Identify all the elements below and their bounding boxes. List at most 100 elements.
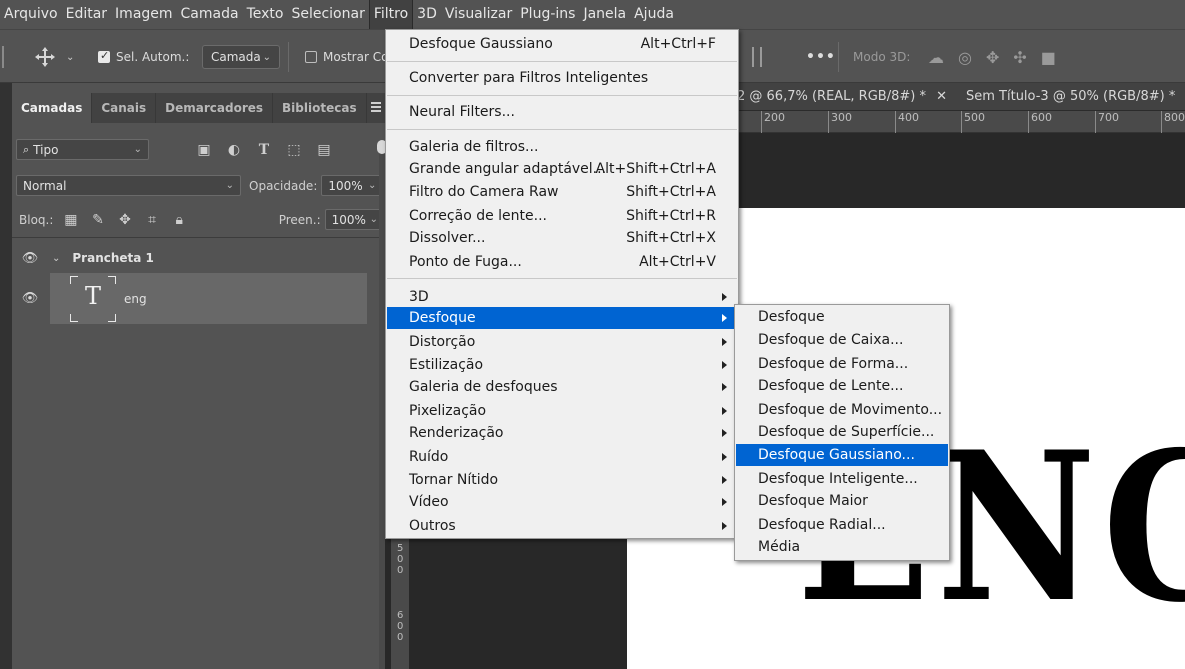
submenu-item-box-blur[interactable]: Desfoque de Caixa... <box>736 329 948 351</box>
layer-group-row[interactable]: 👁︎ ⌄ Prancheta 1 <box>12 243 367 273</box>
opacity-field[interactable]: 100% ⌄ <box>321 175 384 196</box>
tool-preset-handle[interactable] <box>0 30 8 84</box>
filter-smart-object-icon[interactable]: ▤ <box>309 142 339 158</box>
auto-select-target-dropdown[interactable]: Camada ⌄ <box>202 45 280 69</box>
tab-canais[interactable]: Canais <box>92 93 157 123</box>
tab-bibliotecas[interactable]: Bibliotecas <box>273 93 367 123</box>
menu-item-pixelate[interactable]: Pixelização <box>387 400 737 422</box>
camera-3d-icon[interactable]: ■ <box>1041 48 1056 67</box>
submenu-item-radial-blur[interactable]: Desfoque Radial... <box>736 514 948 536</box>
submenu-item-surface-blur[interactable]: Desfoque de Superfície... <box>736 421 948 443</box>
menu-filtro[interactable]: Filtro <box>368 0 414 29</box>
document-tab[interactable]: Sem Título-3 @ 50% (RGB/8#) * ✕ <box>966 83 1185 111</box>
lock-paint-icon[interactable]: ✎ <box>84 212 111 228</box>
eye-icon[interactable]: 👁︎ <box>12 251 48 266</box>
menu-visualizar[interactable]: Visualizar <box>441 0 516 29</box>
tab-camadas[interactable]: Camadas <box>12 93 93 123</box>
ruler-tick: 300 <box>828 111 852 133</box>
filter-shape-icon[interactable]: ⬚ <box>279 142 309 158</box>
artboard-name: Prancheta 1 <box>72 251 154 265</box>
menu-editar[interactable]: Editar <box>62 0 111 29</box>
panel-menu-icon[interactable] <box>371 102 381 112</box>
menu-janela[interactable]: Janela <box>579 0 630 29</box>
submenu-arrow-icon <box>722 338 727 346</box>
menu-item-dissolve[interactable]: Dissolver... Shift+Ctrl+X <box>387 227 737 249</box>
chevron-down-icon[interactable]: ⌄ <box>52 253 60 264</box>
auto-select-toggle[interactable]: Sel. Autom.: <box>98 30 189 84</box>
roll-3d-icon[interactable]: ◎ <box>958 48 972 67</box>
filter-pixel-icon[interactable]: ▣ <box>189 142 219 158</box>
auto-select-checkbox[interactable] <box>98 49 110 63</box>
menu-item-sharpen[interactable]: Tornar Nítido <box>387 469 737 491</box>
filter-menu: Desfoque Gaussiano Alt+Ctrl+F Converter p… <box>385 29 739 539</box>
menu-arquivo[interactable]: Arquivo <box>0 0 62 29</box>
lock-transparent-icon[interactable]: ▦ <box>57 212 84 228</box>
menu-item-video[interactable]: Vídeo <box>387 491 737 513</box>
ruler-tick: 500 <box>397 543 404 576</box>
blur-submenu: Desfoque Desfoque de Caixa... Desfoque d… <box>734 304 950 561</box>
show-controls-label: Mostrar Co <box>323 50 389 64</box>
menu-item-stylize[interactable]: Estilização <box>387 354 737 376</box>
menu-item-lens-correction[interactable]: Correção de lente... Shift+Ctrl+R <box>387 205 737 227</box>
lock-artboard-icon[interactable]: ⌗ <box>139 212 166 228</box>
submenu-item-lens-blur[interactable]: Desfoque de Lente... <box>736 375 948 397</box>
menu-item-neural-filters[interactable]: Neural Filters... <box>387 101 737 123</box>
menu-3d[interactable]: 3D <box>413 0 441 29</box>
submenu-item-motion-blur[interactable]: Desfoque de Movimento... <box>736 399 948 421</box>
submenu-item-average[interactable]: Média <box>736 536 948 558</box>
submenu-item-blur[interactable]: Desfoque <box>736 306 948 328</box>
menu-texto[interactable]: Texto <box>243 0 288 29</box>
pan-3d-icon[interactable]: ✥ <box>986 48 999 67</box>
opacity-value: 100% <box>328 178 363 193</box>
slide-3d-icon[interactable]: ✣ <box>1013 48 1026 67</box>
options-divider <box>288 30 289 84</box>
submenu-item-smart-blur[interactable]: Desfoque Inteligente... <box>736 468 948 490</box>
menu-item-filter-gallery[interactable]: Galeria de filtros... <box>387 136 737 158</box>
menu-item-render[interactable]: Renderização <box>387 422 737 444</box>
document-tab-title: Sem Título-3 @ 50% (RGB/8#) * <box>966 89 1176 104</box>
submenu-arrow-icon <box>722 383 727 391</box>
submenu-item-blur-more[interactable]: Desfoque Maior <box>736 490 948 512</box>
menu-item-distort[interactable]: Distorção <box>387 331 737 353</box>
menu-plugins[interactable]: Plug-ins <box>516 0 579 29</box>
close-icon[interactable]: ✕ <box>936 89 947 104</box>
menu-item-vanishing-point[interactable]: Ponto de Fuga... Alt+Ctrl+V <box>387 251 737 273</box>
ruler-tick: 600 <box>1028 111 1052 133</box>
layer-filter-kind-dropdown[interactable]: ⌕ Tipo ⌄ <box>16 139 149 160</box>
blend-mode-dropdown[interactable]: Normal ⌄ <box>16 175 241 196</box>
menu-camada[interactable]: Camada <box>177 0 243 29</box>
menu-item-blur[interactable]: Desfoque <box>387 307 737 329</box>
fill-field[interactable]: 100% ⌄ <box>324 209 386 230</box>
lock-position-icon[interactable]: ✥ <box>112 212 139 228</box>
filter-adjustment-icon[interactable]: ◐ <box>219 142 249 158</box>
menu-selecionar[interactable]: Selecionar <box>287 0 368 29</box>
menu-item-last-filter[interactable]: Desfoque Gaussiano Alt+Ctrl+F <box>387 33 737 55</box>
menu-item-noise[interactable]: Ruído <box>387 446 737 468</box>
menu-imagem[interactable]: Imagem <box>111 0 176 29</box>
show-controls-checkbox[interactable] <box>305 51 317 63</box>
filter-type-icon[interactable]: T <box>249 142 279 158</box>
move-tool-preset[interactable]: ⌄ <box>34 30 74 84</box>
orbit-3d-icon[interactable]: ☁ <box>928 48 944 67</box>
menu-item-adaptive-wide-angle[interactable]: Grande angular adaptável... Alt+Shift+Ctr… <box>387 158 737 180</box>
layer-row[interactable]: 👁︎ T eng <box>12 273 367 324</box>
document-tab[interactable]: 2 @ 66,7% (REAL, RGB/8#) * ✕ <box>737 83 947 111</box>
more-options-button[interactable]: ••• <box>806 30 836 84</box>
menu-item-blur-gallery[interactable]: Galeria de desfoques <box>387 376 737 398</box>
submenu-item-gaussian-blur[interactable]: Desfoque Gaussiano... <box>736 444 948 466</box>
menu-item-convert-smart-filters[interactable]: Converter para Filtros Inteligentes <box>387 67 737 89</box>
menu-bar: Arquivo Editar Imagem Camada Texto Selec… <box>0 0 1185 29</box>
lock-label: Bloq.: <box>19 212 54 227</box>
submenu-item-shape-blur[interactable]: Desfoque de Forma... <box>736 353 948 375</box>
lock-all-icon[interactable]: 🔒︎ <box>166 212 193 228</box>
eye-icon[interactable]: 👁︎ <box>12 291 48 306</box>
menu-item-other[interactable]: Outros <box>387 515 737 537</box>
show-transform-controls-toggle[interactable]: Mostrar Co <box>305 30 388 84</box>
distribute-icon[interactable] <box>752 30 762 84</box>
tab-demarcadores[interactable]: Demarcadores <box>156 93 274 123</box>
menu-item-camera-raw[interactable]: Filtro do Camera Raw Shift+Ctrl+A <box>387 181 737 203</box>
panel-divider <box>12 237 379 238</box>
menu-ajuda[interactable]: Ajuda <box>630 0 678 29</box>
auto-select-label: Sel. Autom.: <box>116 50 190 64</box>
menu-item-3d[interactable]: 3D <box>387 286 737 308</box>
